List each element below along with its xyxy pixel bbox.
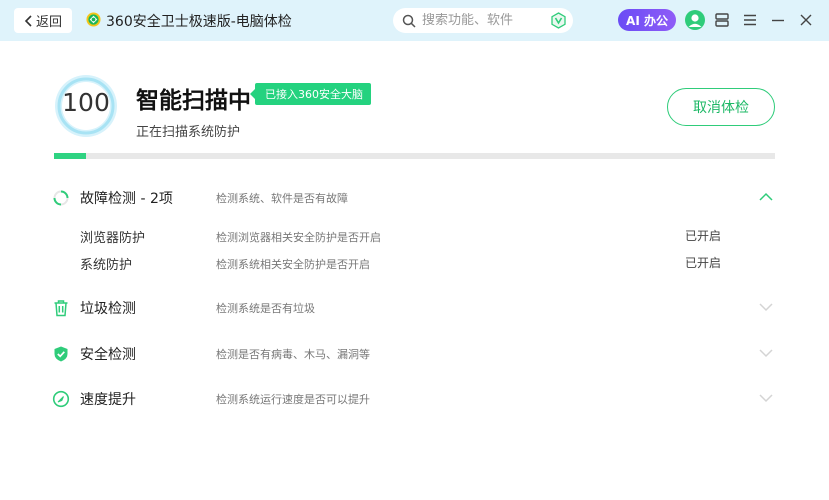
loading-spinner-icon [53, 190, 69, 206]
section-speed-boost[interactable]: 速度提升 检测系统运行速度是否可以提升 [0, 387, 829, 409]
item-status: 已开启 [685, 256, 722, 270]
list-item-browser-protection: 浏览器防护 检测浏览器相关安全防护是否开启 已开启 [0, 227, 829, 246]
app-logo-icon [86, 12, 101, 27]
score-value: 100 [62, 88, 110, 117]
close-icon[interactable] [798, 12, 814, 28]
scan-status-text: 正在扫描系统防护 [136, 125, 241, 140]
chevron-down-icon[interactable] [759, 348, 773, 358]
section-description: 检测系统运行速度是否可以提升 [216, 393, 370, 406]
user-avatar-icon [688, 14, 702, 27]
scan-progress-fill [54, 153, 87, 159]
section-fault-detection[interactable]: 故障检测 - 2项 检测系统、软件是否有故障 [0, 186, 829, 208]
item-description: 检测系统相关安全防护是否开启 [216, 258, 370, 271]
hamburger-menu-icon[interactable] [742, 12, 758, 28]
list-item-system-protection: 系统防护 检测系统相关安全防护是否开启 已开启 [0, 254, 829, 273]
shield-check-icon [54, 346, 68, 362]
scan-progress-bar [54, 153, 775, 159]
search-input[interactable] [422, 13, 547, 28]
minimize-icon[interactable] [770, 12, 786, 28]
speed-gauge-icon [52, 390, 70, 408]
page-title: 智能扫描中 [136, 88, 251, 114]
item-title: 系统防护 [80, 258, 133, 273]
section-junk-detection[interactable]: 垃圾检测 检测系统是否有垃圾 [0, 296, 829, 318]
section-title: 故障检测 - 2项 [80, 191, 173, 207]
chevron-left-icon [24, 14, 32, 27]
section-security-detection[interactable]: 安全检测 检测是否有病毒、木马、漏洞等 [0, 342, 829, 364]
item-title: 浏览器防护 [80, 231, 146, 246]
trash-icon [54, 300, 68, 317]
section-title: 垃圾检测 [80, 301, 136, 317]
section-title: 安全检测 [80, 347, 136, 363]
back-label: 返回 [35, 15, 62, 30]
section-description: 检测是否有病毒、木马、漏洞等 [216, 348, 370, 361]
search-icon [402, 14, 416, 28]
cancel-scan-button[interactable]: 取消体检 [667, 88, 775, 126]
window-title: 360安全卫士极速版-电脑体检 [106, 14, 292, 30]
item-description: 检测浏览器相关安全防护是否开启 [216, 231, 381, 244]
avatar[interactable] [685, 10, 705, 30]
back-button[interactable]: 返回 [14, 8, 72, 33]
search-box[interactable] [393, 8, 573, 33]
title-bar: 返回 360安全卫士极速版-电脑体检 AI 办公 [0, 0, 829, 41]
chevron-down-icon[interactable] [759, 302, 773, 312]
search-assistant-icon[interactable] [550, 12, 567, 29]
section-description: 检测系统、软件是否有故障 [216, 192, 348, 205]
section-title: 速度提升 [80, 392, 136, 408]
item-status: 已开启 [685, 229, 722, 243]
security-brain-badge: 已接入360安全大脑 [250, 83, 371, 105]
chevron-down-icon[interactable] [759, 393, 773, 403]
section-description: 检测系统是否有垃圾 [216, 302, 315, 315]
chevron-up-icon[interactable] [759, 192, 773, 202]
ai-office-button[interactable]: AI 办公 [618, 9, 676, 31]
skin-menu-icon[interactable] [714, 12, 730, 28]
